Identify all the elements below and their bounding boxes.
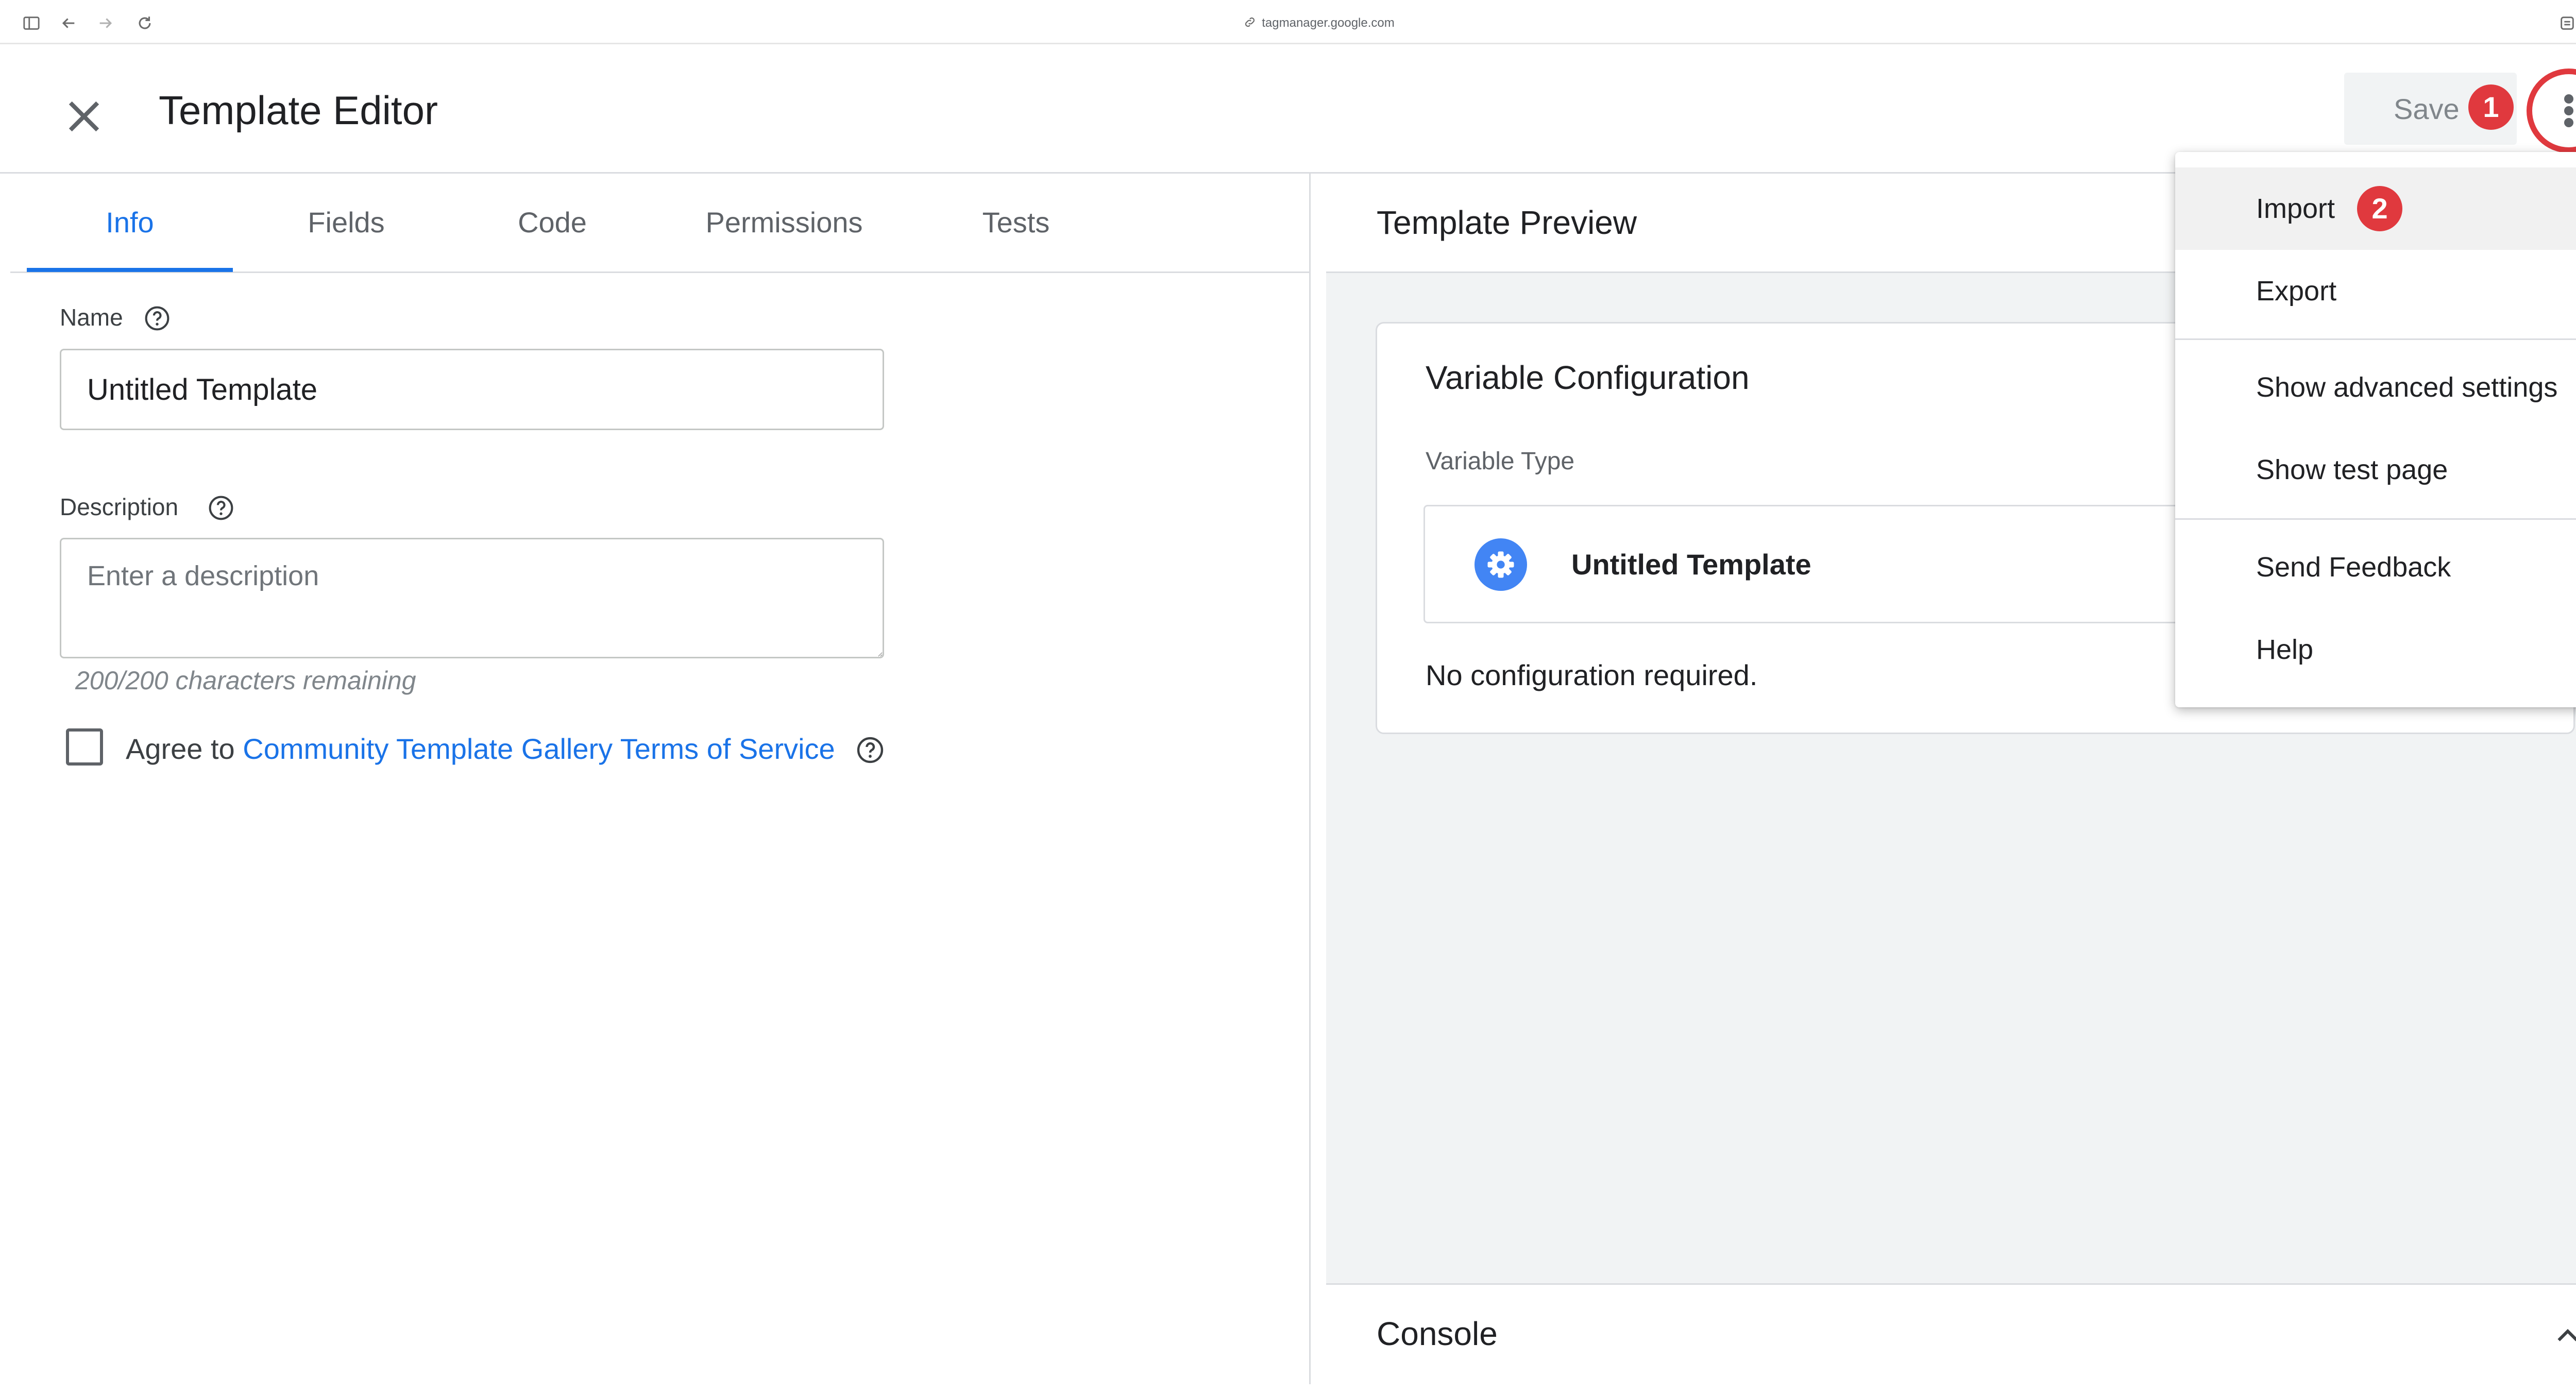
more-options-button[interactable] bbox=[2527, 69, 2576, 153]
chevron-up-icon[interactable] bbox=[2552, 1321, 2576, 1352]
menu-divider bbox=[2175, 518, 2576, 520]
close-icon[interactable] bbox=[61, 93, 107, 140]
menu-divider bbox=[2175, 338, 2576, 340]
menu-item-export[interactable]: Export bbox=[2175, 250, 2576, 332]
menu-item-import[interactable]: Import 2 bbox=[2175, 167, 2576, 250]
no-config-message: No configuration required. bbox=[1426, 659, 1758, 691]
help-icon[interactable] bbox=[207, 494, 235, 522]
browser-toolbar: tagmanager.google.com bbox=[0, 0, 2576, 44]
tab-fields[interactable]: Fields bbox=[243, 174, 449, 271]
tab-code[interactable]: Code bbox=[449, 174, 655, 271]
variable-type-name: Untitled Template bbox=[1571, 548, 1811, 581]
reader-icon[interactable] bbox=[2558, 14, 2576, 32]
browser-window: tagmanager.google.com Template Editor Sa… bbox=[0, 0, 2576, 1394]
menu-item-label: Import bbox=[2256, 193, 2335, 224]
template-name-input[interactable] bbox=[60, 349, 884, 430]
help-icon[interactable] bbox=[143, 304, 171, 332]
console-title: Console bbox=[1377, 1315, 1498, 1352]
agree-terms-checkbox[interactable] bbox=[66, 728, 103, 766]
gear-icon bbox=[1487, 551, 1514, 578]
more-vert-icon bbox=[2564, 94, 2573, 127]
link-icon bbox=[1245, 17, 1255, 27]
menu-item-help[interactable]: Help bbox=[2175, 608, 2576, 691]
description-textarea[interactable] bbox=[60, 538, 884, 658]
editor-tabs: Info Fields Code Permissions Tests bbox=[10, 174, 1311, 273]
tab-permissions[interactable]: Permissions bbox=[660, 174, 908, 271]
agree-terms-label: Agree to Community Template Gallery Term… bbox=[126, 732, 885, 766]
preview-title: Template Preview bbox=[1377, 204, 1637, 241]
name-label: Name bbox=[60, 304, 123, 331]
page-title: Template Editor bbox=[159, 88, 438, 133]
more-options-menu: Import 2 Export Show advanced settings S… bbox=[2175, 152, 2576, 707]
terms-of-service-link[interactable]: Community Template Gallery Terms of Serv… bbox=[243, 733, 835, 765]
character-count: 200/200 characters remaining bbox=[75, 666, 416, 695]
variable-type-label: Variable Type bbox=[1426, 448, 1575, 475]
agree-prefix: Agree to bbox=[126, 733, 235, 765]
description-label: Description bbox=[60, 494, 179, 520]
annotation-badge-1: 1 bbox=[2468, 84, 2514, 130]
card-title: Variable Configuration bbox=[1426, 359, 1750, 396]
menu-item-send-feedback[interactable]: Send Feedback bbox=[2175, 526, 2576, 608]
help-icon[interactable] bbox=[855, 735, 885, 765]
variable-type-badge bbox=[1475, 538, 1527, 591]
tab-tests[interactable]: Tests bbox=[913, 174, 1119, 271]
template-editor-pane: Info Fields Code Permissions Tests Name … bbox=[10, 174, 1311, 1384]
active-tab-indicator bbox=[27, 268, 233, 272]
menu-item-show-advanced-settings[interactable]: Show advanced settings bbox=[2175, 346, 2576, 429]
menu-item-show-test-page[interactable]: Show test page bbox=[2175, 429, 2576, 511]
console-panel[interactable]: Console bbox=[1326, 1283, 2576, 1384]
url-text: tagmanager.google.com bbox=[1262, 16, 1395, 30]
address-bar[interactable]: tagmanager.google.com bbox=[0, 15, 2576, 30]
tab-info[interactable]: Info bbox=[27, 174, 233, 271]
annotation-badge-2: 2 bbox=[2357, 185, 2403, 231]
